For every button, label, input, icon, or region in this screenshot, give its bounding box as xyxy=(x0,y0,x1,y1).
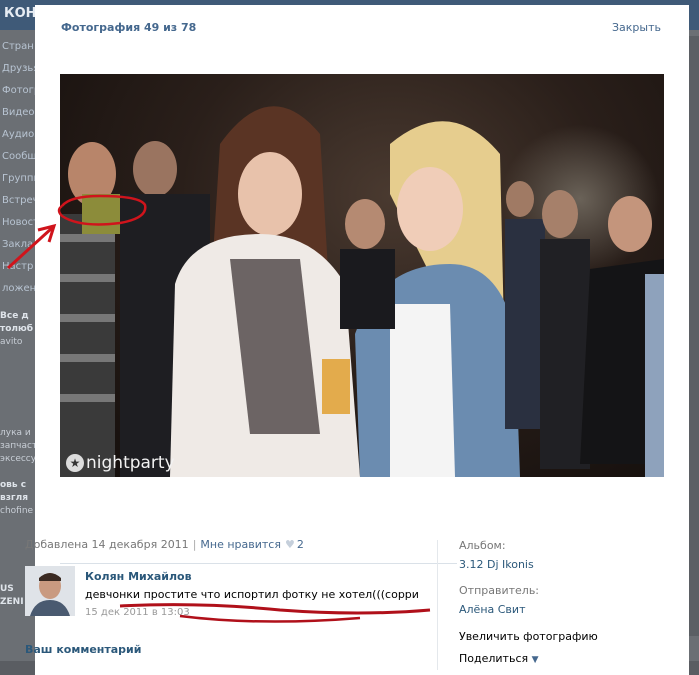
watermark-text: nightparty xyxy=(86,453,175,473)
like-button[interactable]: Мне нравится xyxy=(200,538,281,551)
photo[interactable]: ★ nightparty xyxy=(60,74,664,477)
enlarge-photo-link[interactable]: Увеличить фотографию xyxy=(459,630,629,643)
avatar-image xyxy=(25,566,75,616)
bg-menu-item: Группы xyxy=(2,173,40,184)
share-link[interactable]: Поделиться ▼ xyxy=(459,652,629,665)
drink-glass xyxy=(322,359,350,414)
bg-menu-item: Друзья xyxy=(2,63,40,74)
background-logo: КОН xyxy=(4,6,37,21)
like-count[interactable]: 2 xyxy=(297,538,304,551)
brunette-face xyxy=(238,152,302,236)
star-icon: ★ xyxy=(66,454,84,472)
bg-ad2-title: овь с xyxy=(0,480,27,490)
bg-man-body xyxy=(505,219,545,429)
bg-woman-body xyxy=(340,249,395,329)
bg-menu-item: Сообще xyxy=(2,151,40,162)
bg-menu-item: ложени xyxy=(2,283,40,294)
bg-menu-item: Встречи xyxy=(2,195,40,206)
bg-ad-title: Все д xyxy=(0,311,29,321)
meta-separator: | xyxy=(192,538,197,551)
background-ad: Все д толюб avito лука и запчаст эксессу… xyxy=(0,310,38,609)
bg-woman2-face xyxy=(608,196,652,252)
photo-meta: Добавлена 14 декабря 2011 | Мне нравится ♥ 2 xyxy=(25,538,304,551)
photo-counter: Фотография 49 из 78 xyxy=(61,21,197,34)
stripe xyxy=(60,394,115,402)
bg-ad2-subtitle: взгля xyxy=(0,493,28,503)
blonde-face xyxy=(397,167,463,251)
caret-down-icon: ▼ xyxy=(531,655,539,665)
photo-scene xyxy=(60,106,664,477)
bg-menu-item: Новост xyxy=(2,217,39,228)
comment-author[interactable]: Колян Михайлов xyxy=(85,570,192,583)
added-date: Добавлена 14 декабря 2011 xyxy=(25,538,189,551)
bg-woman-face xyxy=(345,199,385,249)
comments-divider xyxy=(60,563,457,564)
man-face xyxy=(133,141,177,197)
bg-ad-source: avito xyxy=(0,337,23,347)
sender-label: Отправитель: xyxy=(459,584,540,597)
sidebar-divider xyxy=(437,540,438,670)
bg-menu-item: Аудиоз xyxy=(2,129,40,140)
person-left xyxy=(60,214,115,477)
bg-right-shirt xyxy=(645,274,664,477)
stripe xyxy=(60,354,115,362)
avatar[interactable] xyxy=(25,566,75,616)
sender-link[interactable]: Алёна Свит xyxy=(459,603,629,616)
bg-ad-subtitle: толюб xyxy=(0,324,34,334)
bg-menu-item: Видеоз xyxy=(2,107,40,118)
bg-person-face xyxy=(542,190,578,238)
comment-text: девчонки простите что испортил фотку не … xyxy=(85,588,419,601)
album-label: Альбом: xyxy=(459,539,506,552)
share-label: Поделиться xyxy=(459,652,529,665)
background-left-menu: Стран Друзья Фотогр Видеоз Аудиоз Сообще… xyxy=(0,36,40,300)
heart-icon[interactable]: ♥ xyxy=(285,538,295,551)
background-right-strip xyxy=(689,36,699,636)
bg-man-face xyxy=(506,181,534,217)
stripe xyxy=(60,234,115,242)
comment-date[interactable]: 15 дек 2011 в 13:03 xyxy=(85,607,190,618)
bg-ad3-title: US ZENI xyxy=(0,584,24,607)
bg-menu-item: Фотогр xyxy=(2,85,40,96)
bg-ad-text: лука и запчаст эксессу xyxy=(0,428,38,464)
photo-sidebar: Альбом: 3.12 Dj Ikonis Отправитель: Алён… xyxy=(459,539,629,665)
album-link[interactable]: 3.12 Dj Ikonis xyxy=(459,558,629,571)
bg-menu-item: Настр xyxy=(2,261,34,272)
photo-watermark: ★ nightparty xyxy=(66,453,175,473)
viewer-header: Фотография 49 из 78 Закрыть xyxy=(35,5,689,49)
your-comment-label: Ваш комментарий xyxy=(25,643,142,656)
comment-item: Колян Михайлов девчонки простите что исп… xyxy=(25,566,425,626)
bg-ad2-source: chofine xyxy=(0,506,34,516)
close-button[interactable]: Закрыть xyxy=(612,21,661,34)
bg-menu-item: Закла xyxy=(2,239,34,250)
stripe xyxy=(60,274,115,282)
stripe xyxy=(60,314,115,322)
blonde-top xyxy=(390,304,455,477)
bg-menu-item: Стран xyxy=(2,41,34,52)
